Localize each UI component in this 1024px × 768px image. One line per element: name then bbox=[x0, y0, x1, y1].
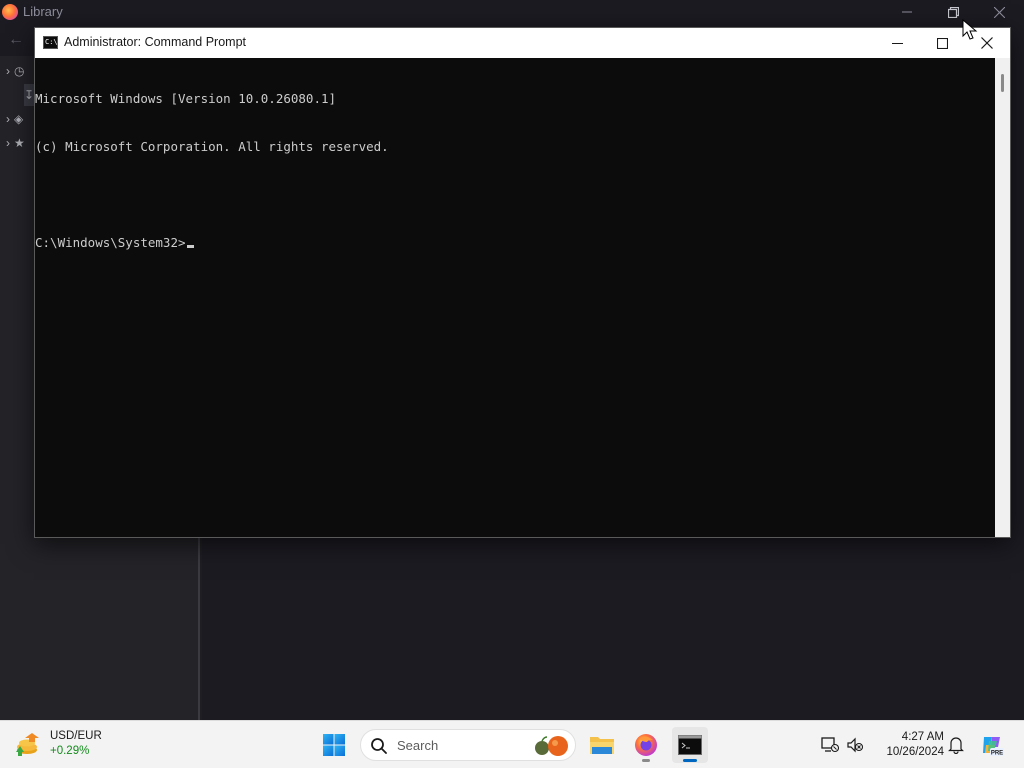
tray-volume[interactable] bbox=[845, 735, 865, 755]
firefox-icon bbox=[635, 734, 657, 756]
cmd-maximize-button[interactable] bbox=[919, 28, 965, 58]
terminal-icon bbox=[678, 735, 702, 755]
copilot-badge: PRE bbox=[991, 751, 1003, 757]
currency-pair: USD/EUR bbox=[50, 730, 102, 742]
back-arrow-icon[interactable]: ← bbox=[8, 31, 24, 49]
scrollbar-thumb[interactable] bbox=[1001, 74, 1004, 92]
windows-logo-icon bbox=[323, 734, 345, 756]
restore-icon bbox=[947, 6, 959, 18]
network-disconnected-icon bbox=[821, 737, 839, 753]
tray-copilot[interactable]: PRE bbox=[980, 733, 1004, 757]
cmd-minimize-button[interactable] bbox=[874, 28, 920, 58]
search-placeholder: Search bbox=[397, 738, 439, 753]
firefox-logo-icon bbox=[2, 4, 18, 20]
active-indicator bbox=[683, 759, 697, 762]
terminal-icon: C:\ bbox=[43, 36, 58, 49]
currency-change: +0.29% bbox=[50, 745, 90, 757]
running-indicator bbox=[642, 759, 650, 762]
close-icon bbox=[993, 6, 1005, 18]
library-titlebar: Library bbox=[0, 0, 1024, 24]
start-button[interactable] bbox=[316, 727, 352, 763]
taskbar-app-firefox[interactable] bbox=[628, 727, 664, 763]
taskbar-clock[interactable]: 4:27 AM 10/26/2024 bbox=[874, 730, 944, 760]
tag-icon: ◈ bbox=[14, 112, 24, 126]
library-content bbox=[202, 538, 1024, 720]
search-highlight-icon bbox=[535, 736, 568, 756]
cmd-title: Administrator: Command Prompt bbox=[64, 35, 247, 49]
currency-widget[interactable]: USD/EUR +0.29% bbox=[14, 729, 102, 759]
folder-icon bbox=[590, 737, 614, 754]
library-title: Library bbox=[23, 4, 63, 19]
clock-date: 10/26/2024 bbox=[886, 746, 944, 758]
taskbar-app-command-prompt[interactable] bbox=[672, 727, 708, 763]
copilot-icon: PRE bbox=[983, 737, 1004, 757]
taskbar-search[interactable]: Search bbox=[360, 729, 576, 761]
clock-icon: ◷ bbox=[14, 64, 25, 78]
download-icon: ↧ bbox=[24, 88, 35, 102]
cmd-titlebar[interactable]: C:\ Administrator: Command Prompt bbox=[35, 28, 1010, 58]
library-close-button[interactable] bbox=[976, 0, 1022, 24]
currency-exchange-icon bbox=[16, 733, 39, 756]
minimize-icon bbox=[902, 11, 912, 13]
cmd-scrollbar[interactable] bbox=[995, 58, 1010, 537]
taskbar-app-file-explorer[interactable] bbox=[584, 727, 620, 763]
chevron-right-icon: › bbox=[6, 136, 10, 150]
maximize-icon bbox=[936, 37, 948, 49]
text-cursor bbox=[186, 245, 194, 248]
library-minimize-button[interactable] bbox=[884, 0, 930, 24]
mouse-pointer-icon bbox=[962, 19, 978, 40]
minimize-icon bbox=[891, 42, 903, 44]
notification-bell-icon bbox=[948, 737, 964, 754]
tray-network[interactable] bbox=[820, 735, 840, 755]
command-prompt-window[interactable]: C:\ Administrator: Command Prompt Micros… bbox=[34, 27, 1011, 538]
console-line: (c) Microsoft Corporation. All rights re… bbox=[35, 139, 389, 154]
taskbar: USD/EUR +0.29% Search 4:27 AM 10/26/2024… bbox=[0, 720, 1024, 768]
console-line: Microsoft Windows [Version 10.0.26080.1] bbox=[35, 91, 337, 106]
chevron-right-icon: › bbox=[6, 112, 10, 126]
search-icon bbox=[371, 738, 387, 754]
console-prompt-line: C:\Windows\System32> bbox=[35, 235, 995, 251]
cmd-console[interactable]: Microsoft Windows [Version 10.0.26080.1]… bbox=[35, 58, 995, 537]
chevron-right-icon: › bbox=[6, 64, 10, 78]
star-icon: ★ bbox=[14, 136, 25, 150]
tray-notifications[interactable] bbox=[946, 735, 966, 755]
clock-time: 4:27 AM bbox=[901, 731, 944, 743]
close-icon bbox=[981, 37, 993, 49]
console-prompt: C:\Windows\System32> bbox=[35, 235, 186, 250]
volume-muted-icon bbox=[847, 737, 864, 753]
library-edge bbox=[1010, 28, 1024, 538]
